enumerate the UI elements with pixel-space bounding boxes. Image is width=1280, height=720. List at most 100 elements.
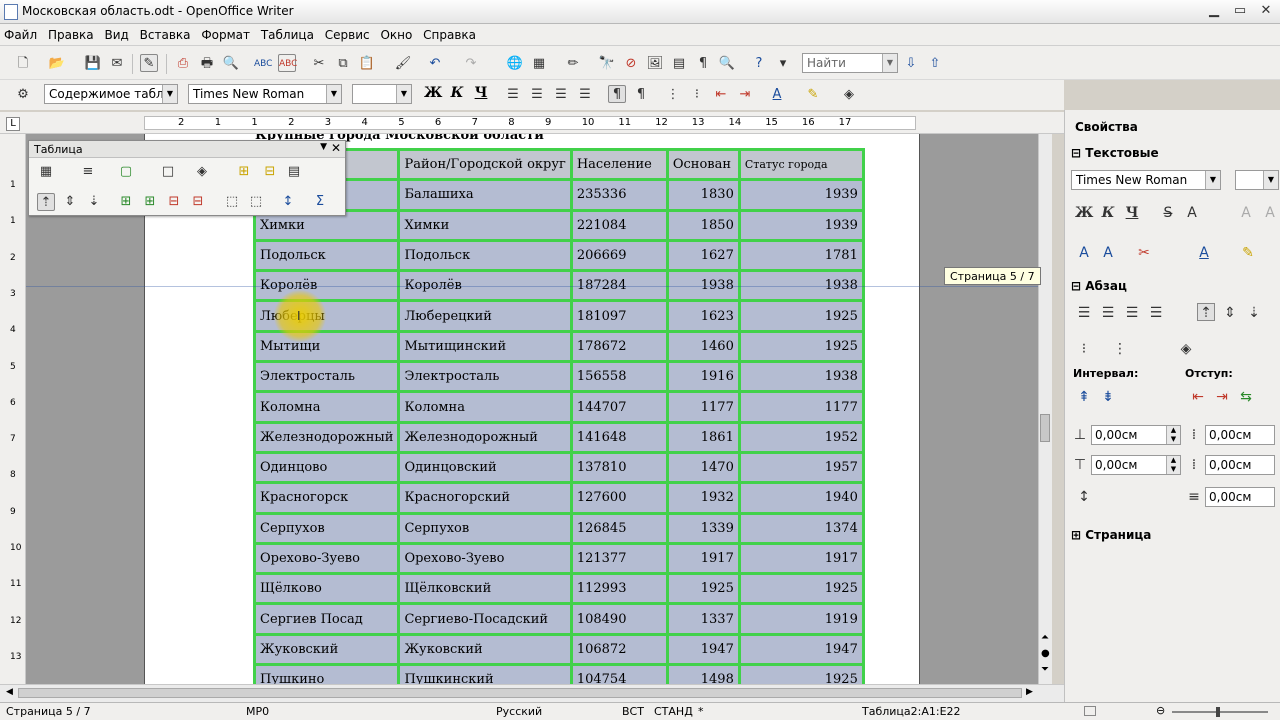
table-cell[interactable]: 1498 (665, 663, 741, 684)
status-language[interactable]: Русский (496, 705, 542, 718)
table-cell[interactable]: 1177 (737, 390, 865, 424)
menu-edit[interactable]: Правка (44, 24, 97, 42)
panel-close-icon[interactable]: ✕ (331, 141, 341, 155)
find-replace-icon[interactable]: 🔭 (598, 55, 616, 73)
decrease-indent-icon[interactable]: ⇤ (712, 86, 730, 104)
table-cell[interactable]: 104754 (569, 663, 669, 684)
status-style[interactable]: МР0 (246, 705, 269, 718)
menu-window[interactable]: Окно (376, 24, 415, 42)
email-icon[interactable]: ✉ (108, 55, 126, 73)
table-cell[interactable]: Серпухов (397, 511, 573, 545)
auto-spellcheck-icon[interactable]: ABC (278, 54, 297, 72)
table-row[interactable]: Мытищи Мытищинский 178672 1460 1925 (252, 329, 865, 364)
table-row[interactable]: Электросталь Электросталь 156558 1916 1938 (252, 360, 865, 394)
paste-icon[interactable]: 📋 (358, 55, 376, 73)
table-cell[interactable]: 178672 (569, 329, 669, 364)
table-cell[interactable]: Электросталь (252, 360, 401, 394)
table-cell[interactable]: 1917 (737, 541, 865, 576)
table-cell[interactable]: 1623 (665, 299, 741, 333)
formatting-marks-icon[interactable]: ¶ (694, 55, 712, 73)
find-previous-icon[interactable]: ⇧ (926, 55, 944, 73)
vertical-scrollbar[interactable]: ⏶ ● ⏷ (1038, 134, 1052, 684)
tab-stop-type-icon[interactable]: L (6, 117, 20, 131)
indent-first-input[interactable]: 0,00см (1205, 487, 1275, 507)
increase-indent-icon[interactable]: ⇥ (736, 86, 754, 104)
table-cell[interactable]: 127600 (569, 481, 669, 515)
subscript-icon[interactable]: A (1099, 244, 1117, 262)
maximize-icon[interactable]: ▭ (1228, 2, 1252, 20)
table-cell[interactable]: 137810 (569, 450, 669, 485)
navigation-icon[interactable]: ● (1041, 648, 1050, 659)
table-toolbar-panel[interactable]: Таблица ▼ ✕ ▦ ≡ ▢ □ ◈ ⊞ ⊟ ▤ ⇡ ⇕ ⇣ ⊞ ⊞ ⊟ … (28, 140, 346, 216)
menu-tools[interactable]: Сервис (321, 24, 373, 42)
table-cell[interactable]: 1938 (737, 360, 865, 394)
sidebar-align-left-icon[interactable]: ☰ (1075, 304, 1093, 322)
font-dropdown-icon[interactable]: ▼ (326, 85, 341, 103)
strikethrough-icon[interactable]: S̶ (1159, 204, 1177, 222)
table-cell[interactable]: 235336 (569, 178, 669, 212)
table-cell[interactable]: 1830 (665, 178, 741, 212)
table-cell[interactable]: 1781 (737, 238, 865, 273)
spellcheck-icon[interactable]: ABC (254, 55, 272, 73)
sum-icon[interactable]: Σ (311, 193, 329, 211)
find-next-icon[interactable]: ⇩ (902, 55, 920, 73)
table-cell[interactable]: 1947 (665, 632, 741, 667)
status-page[interactable]: Страница 5 / 7 (6, 705, 91, 718)
page-section-header[interactable]: ⊞ Страница (1071, 528, 1151, 542)
table-header-cell[interactable]: Район/Городской округ (397, 147, 573, 182)
table-cell[interactable]: 1947 (737, 632, 865, 667)
spacing-above-input[interactable]: 0,00см ▲ ▼ (1091, 425, 1181, 445)
spacing-below-input[interactable]: 0,00см ▲ ▼ (1091, 455, 1181, 475)
align-right-icon[interactable]: ☰ (552, 86, 570, 104)
table-row[interactable]: Железнодорожный Железнодорожный 141648 1861… (252, 420, 865, 454)
font-name-combo[interactable]: Times New Roman ▼ (188, 84, 342, 104)
table-cell[interactable]: 1957 (737, 450, 865, 485)
menu-view[interactable]: Вид (100, 24, 131, 42)
align-bottom-icon[interactable]: ⇣ (85, 193, 103, 211)
hyperlink-icon[interactable]: 🌐 (506, 55, 524, 73)
table-cell[interactable]: 156558 (569, 360, 669, 394)
autoformat-icon[interactable]: ▤ (285, 163, 303, 181)
minimize-icon[interactable]: ▁ (1202, 2, 1226, 20)
table-cell[interactable]: 1460 (665, 329, 741, 364)
cut-icon[interactable]: ✂ (310, 55, 328, 73)
decrease-spacing-icon[interactable]: ⇟ (1099, 388, 1117, 406)
table-cell[interactable]: 1177 (665, 390, 741, 424)
center-vertically-icon[interactable]: ⇕ (61, 193, 79, 211)
table-cell[interactable]: 1919 (737, 602, 865, 636)
paragraph-style-combo[interactable]: Содержимое таблицы ▼ (44, 84, 178, 104)
table-cell[interactable]: Одинцовский (397, 450, 573, 485)
sidebar-highlight-icon[interactable]: ✎ (1239, 244, 1257, 262)
menu-file[interactable]: Файл (0, 24, 40, 42)
sidebar-size-combo[interactable]: ▼ (1235, 170, 1279, 190)
sidebar-italic-button[interactable]: К (1099, 204, 1117, 222)
horizontal-ruler[interactable]: L 2 1 1 2 3 4 5 6 7 8 9 10 11 12 13 14 15 16 17 (0, 112, 1064, 134)
delete-column-icon[interactable]: ⊟ (189, 193, 207, 211)
increase-spacing-icon[interactable]: ⇞ (1075, 388, 1093, 406)
table-cell[interactable]: 206669 (569, 238, 669, 273)
table-cell[interactable]: 1861 (665, 420, 741, 454)
table-cell[interactable]: Красногорский (397, 481, 573, 515)
right-to-left-icon[interactable]: ¶ (632, 86, 650, 104)
table-cell[interactable]: 1339 (665, 511, 741, 545)
scroll-left-icon[interactable]: ◀ (6, 687, 13, 697)
zoom-icon[interactable]: 🔍 (718, 55, 736, 73)
table-cell[interactable]: Красногорск (252, 481, 401, 515)
table-cell[interactable]: 121377 (569, 541, 669, 576)
table-cell[interactable]: 1850 (665, 208, 741, 242)
table-cell[interactable]: 106872 (569, 632, 669, 667)
previous-page-icon[interactable]: ⏶ (1041, 632, 1049, 643)
table-cell[interactable]: Щёлково (252, 572, 401, 606)
find-dropdown-icon[interactable]: ▼ (882, 54, 897, 72)
table-cell[interactable]: 1470 (665, 450, 741, 485)
shrink-font-icon[interactable]: A (1261, 204, 1279, 222)
split-cells-icon[interactable]: ⊟ (261, 163, 279, 181)
table-cell[interactable]: 141648 (569, 420, 669, 454)
insert-column-icon[interactable]: ⊞ (141, 193, 159, 211)
table-icon[interactable]: ▦ (530, 55, 548, 73)
horizontal-scrollbar[interactable]: ◀ ▶ (0, 684, 1064, 702)
font-color-icon[interactable]: A (768, 86, 786, 104)
table-cell[interactable]: 108490 (569, 602, 669, 636)
table-cell[interactable]: 1940 (737, 481, 865, 515)
sidebar-underline-button[interactable]: Ч (1123, 204, 1141, 222)
